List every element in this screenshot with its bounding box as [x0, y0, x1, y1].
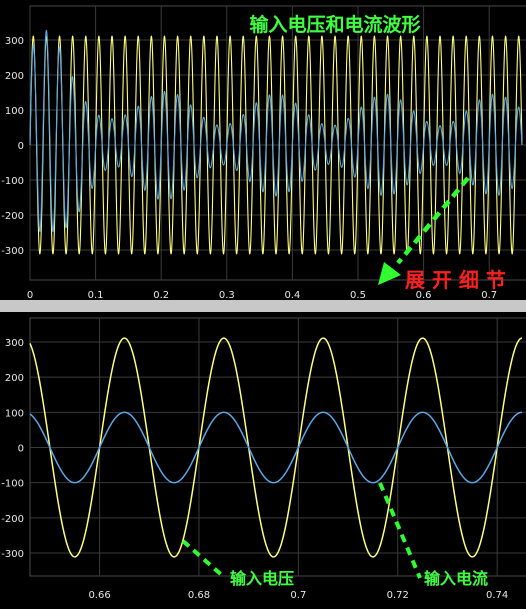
expand-detail-annotation: 展 开 细 节: [405, 268, 506, 292]
bot-y-tick-label: 300: [5, 338, 24, 349]
panel-divider: [0, 300, 526, 312]
top-x-tick-label: 0.4: [284, 290, 300, 301]
top-x-tick-label: 0.5: [350, 290, 366, 301]
top-scope-panel: 3002001000-100-200-300 0 0.1 0.2 0.3 0.4 0.5 0…: [0, 0, 526, 301]
bot-y-tick-label: -200: [1, 514, 24, 525]
bot-x-tick-label: 0.68: [188, 590, 210, 601]
bot-y-tick-label: -300: [1, 549, 24, 560]
bottom-panel-background: [0, 312, 526, 609]
bottom-scope-panel: 300 200 100 0 -100 -200 -300 0.66 0.68 0.7 0.72 0.…: [0, 312, 526, 609]
top-y-tick-label: -100: [1, 176, 24, 187]
bot-x-tick-label: 0.74: [486, 590, 508, 601]
top-panel-background: [0, 0, 526, 300]
bot-y-tick-label: -100: [1, 479, 24, 490]
bot-x-tick-label: 0.66: [88, 590, 110, 601]
top-x-tick-label: 0.2: [153, 290, 169, 301]
top-y-tick-label: 300: [5, 36, 24, 47]
top-x-tick-label: 0: [27, 290, 33, 301]
top-chart-title: 输入电压和电流波形: [249, 13, 420, 36]
top-y-tick-label: 100: [5, 106, 24, 117]
voltage-label: 输入电压: [230, 569, 294, 588]
top-y-tick-label: 0: [18, 141, 24, 152]
top-y-tick-label: 200: [5, 71, 24, 82]
top-y-tick-label: -300: [1, 246, 24, 257]
scope-figure: 300 200 100 0 -100 -200 -300 0 0.1 0.2 0.3 0.4 0.5 0…: [0, 0, 526, 609]
top-x-tick-label: 0.3: [219, 290, 235, 301]
top-x-tick-label: 0.1: [88, 290, 104, 301]
bot-y-tick-label: 0: [18, 444, 24, 455]
bot-y-tick-label: 100: [5, 408, 24, 419]
bot-x-tick-label: 0.7: [290, 590, 306, 601]
current-label: 输入电流: [424, 569, 488, 588]
bot-y-tick-label: 200: [5, 373, 24, 384]
top-y-tick-label: -200: [1, 211, 24, 222]
bot-x-tick-label: 0.72: [387, 590, 409, 601]
